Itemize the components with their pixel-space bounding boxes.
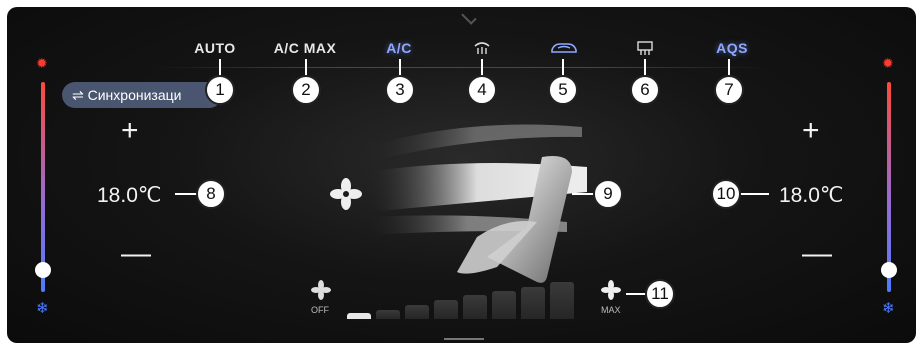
auto-button[interactable]: AUTO [185, 37, 245, 59]
climate-control-screen: AUTO A/C MAX A/C AQS ⇌ Синхронизаци ✹ ❄ … [7, 7, 916, 343]
right-temp-down-button[interactable]: — [802, 237, 832, 271]
hot-sun-icon: ✹ [882, 55, 894, 71]
fan-speed-bar-7[interactable] [521, 287, 545, 319]
left-temp-down-button[interactable]: — [121, 237, 151, 271]
callout-8: 8 [196, 179, 226, 209]
fan-speed-bar-2[interactable] [376, 310, 400, 319]
right-temp-up-button[interactable]: + [802, 114, 820, 148]
fan-speed-bar-4[interactable] [434, 300, 458, 319]
callout-3: 3 [385, 75, 415, 105]
right-temperature-value: 18.0℃ [779, 184, 844, 207]
callout-7: 7 [714, 75, 744, 105]
fan-low-icon [311, 280, 331, 300]
rear-defrost-button[interactable] [632, 37, 658, 59]
hot-sun-icon: ✹ [36, 55, 48, 71]
callout-1: 1 [205, 75, 235, 105]
ac-max-button[interactable]: A/C MAX [265, 37, 345, 59]
callout-4: 4 [467, 75, 497, 105]
cold-snowflake-icon: ❄ [36, 300, 49, 317]
cold-snowflake-icon: ❄ [882, 300, 895, 317]
front-defrost-icon [474, 42, 490, 54]
callout-10: 10 [711, 179, 741, 209]
left-temp-up-button[interactable]: + [121, 114, 139, 148]
callout-11: 11 [645, 279, 675, 309]
recirculation-button[interactable] [547, 37, 581, 59]
callout-9: 9 [593, 179, 623, 209]
right-temperature-slider[interactable] [887, 82, 891, 292]
left-temperature-slider[interactable] [41, 82, 45, 292]
rear-defrost-icon [637, 41, 653, 55]
aqs-button[interactable]: AQS [707, 37, 757, 59]
fan-speed-bar-8[interactable] [550, 282, 574, 319]
callout-6: 6 [630, 75, 660, 105]
fan-high-icon [601, 280, 621, 300]
pull-down-chevron-icon[interactable] [461, 9, 477, 25]
left-slider-knob[interactable] [35, 262, 51, 278]
ac-button[interactable]: A/C [379, 37, 419, 59]
airflow-vent-graphic[interactable] [367, 117, 597, 287]
fan-max-label: MAX [601, 305, 621, 315]
right-slider-knob[interactable] [881, 262, 897, 278]
fan-speed-bar-3[interactable] [405, 305, 429, 319]
recirculation-icon [551, 43, 577, 53]
left-temperature-value: 18.0℃ [97, 184, 162, 207]
fan-mode-icon[interactable] [329, 177, 363, 211]
front-defrost-button[interactable] [469, 37, 495, 59]
callout-2: 2 [291, 75, 321, 105]
fan-speed-bar-5[interactable] [463, 295, 487, 319]
sync-button[interactable]: ⇌ Синхронизаци [62, 82, 222, 108]
fan-off-label: OFF [311, 305, 329, 315]
callout-leader [741, 193, 769, 195]
top-bar-divider [157, 67, 767, 68]
page-indicator [444, 338, 484, 340]
fan-speed-bar-1[interactable] [347, 313, 371, 319]
callout-5: 5 [548, 75, 578, 105]
fan-speed-bar-6[interactable] [492, 291, 516, 319]
